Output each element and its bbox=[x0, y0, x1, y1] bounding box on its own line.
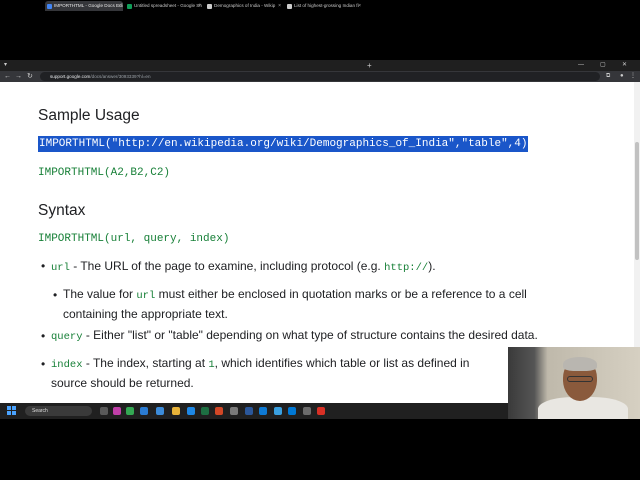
app-icon[interactable] bbox=[156, 407, 164, 415]
example-formula-2[interactable]: IMPORTHTML(A2,B2,C2) bbox=[38, 167, 170, 179]
new-tab-button[interactable]: + bbox=[367, 61, 372, 70]
app-icon[interactable] bbox=[288, 407, 296, 415]
presenter-hair bbox=[563, 357, 597, 371]
powerpoint-icon[interactable] bbox=[215, 407, 223, 415]
tab-highest-grossing-indian-films[interactable]: List of highest-grossing Indian fi × bbox=[285, 1, 363, 11]
app-icon[interactable] bbox=[113, 407, 121, 415]
excel-icon[interactable] bbox=[201, 407, 209, 415]
param-index-desc-2: , which identifies which table or list a… bbox=[214, 356, 470, 370]
scrollbar-thumb[interactable] bbox=[635, 142, 639, 260]
bullet-point: • bbox=[41, 259, 46, 273]
param-url-note: The value for url must either be enclose… bbox=[63, 285, 623, 323]
example-formula-1[interactable]: IMPORTHTML("http://en.wikipedia.org/wiki… bbox=[38, 136, 529, 152]
video-letterbox-bottom bbox=[0, 419, 640, 480]
minimize-icon[interactable]: — bbox=[578, 60, 584, 71]
reload-icon[interactable]: ↻ bbox=[27, 71, 33, 82]
webcam-overlay bbox=[508, 347, 640, 419]
param-index-desc: - The index, starting at bbox=[82, 356, 209, 370]
file-explorer-icon[interactable] bbox=[172, 407, 180, 415]
tab-search-icon[interactable]: ▾ bbox=[4, 60, 7, 71]
chrome-icon[interactable] bbox=[126, 407, 134, 415]
param-url-desc-end: ). bbox=[428, 259, 436, 273]
address-bar-url[interactable]: support.google.com/docs/answer/3093339?h… bbox=[50, 72, 151, 81]
profile-avatar-icon[interactable]: ● bbox=[620, 72, 624, 81]
bullet-point: • bbox=[53, 288, 58, 302]
forward-icon[interactable]: → bbox=[15, 71, 22, 82]
browser-tab-strip bbox=[0, 60, 640, 71]
app-icon[interactable] bbox=[317, 407, 325, 415]
presenter-glasses bbox=[567, 376, 593, 382]
param-url-example: http:// bbox=[384, 262, 429, 274]
app-icon[interactable] bbox=[303, 407, 311, 415]
task-view-icon[interactable] bbox=[100, 407, 108, 415]
previous-text-fragment bbox=[0, 82, 634, 86]
url-note-code: url bbox=[136, 290, 156, 302]
tab-title: IMPORTHTML - Google Docs Edi bbox=[54, 3, 123, 8]
close-icon[interactable]: × bbox=[118, 1, 121, 11]
param-url-name: url bbox=[51, 262, 70, 274]
tab-untitled-spreadsheet[interactable]: Untitled spreadsheet - Google Sh × bbox=[125, 1, 203, 11]
app-icon[interactable] bbox=[274, 407, 282, 415]
back-icon[interactable]: ← bbox=[4, 71, 11, 82]
taskbar-search-label[interactable]: Search bbox=[32, 406, 48, 416]
param-query: query - Either "list" or "table" dependi… bbox=[51, 326, 631, 346]
extensions-icon[interactable]: ⧉ bbox=[606, 72, 610, 81]
google-docs-favicon-icon bbox=[47, 4, 52, 9]
bullet-point: • bbox=[41, 357, 46, 371]
tab-title: List of highest-grossing Indian fi bbox=[294, 3, 359, 8]
selected-text[interactable]: IMPORTHTML("http://en.wikipedia.org/wiki… bbox=[38, 136, 529, 152]
syntax-heading: Syntax bbox=[38, 202, 86, 219]
close-icon[interactable]: × bbox=[278, 1, 281, 11]
maximize-icon[interactable]: ▢ bbox=[600, 60, 606, 71]
bullet-point: • bbox=[41, 329, 46, 343]
close-icon[interactable]: × bbox=[358, 1, 361, 11]
url-path: /docs/answer/3093339?hl=en bbox=[90, 74, 151, 79]
wikipedia-favicon-icon bbox=[287, 4, 292, 9]
url-note-3: containing the appropriate text. bbox=[63, 307, 228, 321]
google-sheets-favicon-icon bbox=[127, 4, 132, 9]
sample-usage-heading: Sample Usage bbox=[38, 107, 140, 124]
param-url: url - The URL of the page to examine, in… bbox=[51, 257, 631, 277]
url-domain: support.google.com bbox=[50, 74, 91, 79]
syntax-formula[interactable]: IMPORTHTML(url, query, index) bbox=[38, 233, 229, 245]
app-icon[interactable] bbox=[245, 407, 253, 415]
param-query-name: query bbox=[51, 331, 83, 343]
tab-title: Untitled spreadsheet - Google Sh bbox=[134, 3, 202, 8]
url-note-1: The value for bbox=[63, 287, 137, 301]
app-icon[interactable] bbox=[187, 407, 195, 415]
tab-title: Demographics of India - Wikip bbox=[214, 3, 276, 8]
wikipedia-favicon-icon bbox=[207, 4, 212, 9]
param-index-name: index bbox=[51, 359, 83, 371]
vscode-icon[interactable] bbox=[140, 407, 148, 415]
close-icon[interactable]: × bbox=[198, 1, 201, 11]
url-note-2: must either be enclosed in quotation mar… bbox=[155, 287, 527, 301]
windows-start-icon[interactable] bbox=[7, 406, 16, 415]
param-url-desc: - The URL of the page to examine, includ… bbox=[69, 259, 385, 273]
window-close-icon[interactable]: ✕ bbox=[622, 60, 627, 71]
app-icon[interactable] bbox=[259, 407, 267, 415]
tab-demographics-of-india[interactable]: Demographics of India - Wikip × bbox=[205, 1, 283, 11]
app-icon[interactable] bbox=[230, 407, 238, 415]
browser-menu-icon[interactable]: ⋮ bbox=[630, 72, 636, 81]
param-query-desc: - Either "list" or "table" depending on … bbox=[82, 328, 538, 342]
tab-importhtml-docs[interactable]: IMPORTHTML - Google Docs Edi × bbox=[45, 1, 123, 11]
